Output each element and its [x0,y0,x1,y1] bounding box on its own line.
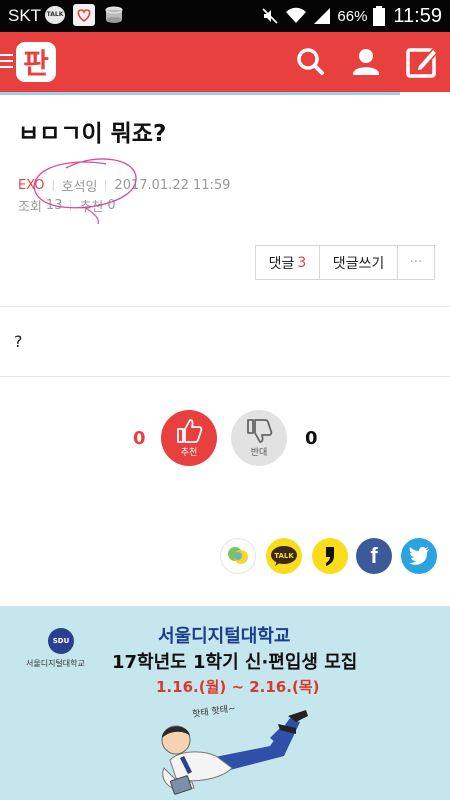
quote-share-button[interactable] [312,538,348,574]
post-title: ㅂㅁㄱ이 뭐죠? [18,121,167,147]
post-author[interactable]: 호석잉 [62,176,98,195]
comment-action-group: 댓글 3 댓글쓰기 ··· [255,245,435,280]
comments-count: 3 [297,254,307,271]
upvote-count: 0 [133,428,146,449]
app-notification-icon [73,4,95,26]
ad-headline: 17학년도 1학기 신·편입생 모집 [112,652,358,673]
meta-divider [70,200,72,211]
pann-logo[interactable]: 판 [14,38,58,84]
sdu-logo: SDU [48,628,74,654]
views-label: 조회 [18,200,42,215]
post-category[interactable]: EXO [18,178,45,193]
more-button[interactable]: ··· [398,246,434,279]
kakaostory-share-button[interactable] [220,538,256,574]
post-content: ? [14,332,23,351]
facebook-icon: f [370,543,378,568]
divider [0,306,450,307]
thumbs-up-icon [177,419,203,443]
app-header: 판 [0,32,450,92]
svg-text:TALK: TALK [274,552,294,560]
search-icon[interactable] [292,44,328,80]
quote-icon [326,547,334,566]
ad-school-name: 서울디지털대학교 [158,626,291,647]
thumbs-down-icon [247,419,273,443]
scroll-progress-bar [0,92,400,95]
menu-icon[interactable] [0,54,14,70]
user-icon[interactable] [348,44,384,80]
kakaostory-icon [228,547,248,564]
storage-notification-icon [103,4,125,26]
upvote-label: 추천 [180,448,198,458]
clock: 11:59 [393,4,442,27]
sdu-logo-caption: 서울디지털대학교 [26,659,85,668]
write-comment-button[interactable]: 댓글쓰기 [320,246,398,279]
svg-text:판: 판 [23,47,49,80]
comments-label: 댓글 [268,255,295,272]
carrier-label: SKT [8,6,42,25]
upvote-button[interactable]: 추천 [161,410,217,466]
post-meta: EXO 호석잉 2017.01.22 11:59 [18,176,230,195]
views-count: 13 [45,198,63,213]
kakaotalk-icon: TALK [271,546,297,566]
recommend-label: 추천 [79,200,104,215]
ad-illustration-student [161,710,308,795]
recommend-count: 0 [107,198,116,213]
ad-dates: 1.16.(월) ~ 2.16.(목) [156,678,320,696]
twitter-share-button[interactable] [401,538,437,574]
kakaotalk-share-button[interactable]: TALK [266,538,302,574]
meta-divider [52,180,54,191]
mute-icon [262,8,278,24]
edit-icon[interactable] [404,44,440,80]
downvote-label: 반대 [250,448,268,458]
ad-banner[interactable]: SDU 서울디지털대학교 서울디지털대학교 17학년도 1학기 신·편입생 모집… [0,606,450,800]
status-bar: SKT TALK 66% 11:59 [0,0,450,32]
meta-divider [105,180,107,191]
wifi-icon [286,7,307,23]
post-date: 2017.01.22 11:59 [114,178,231,193]
downvote-count: 0 [305,428,318,449]
kakaotalk-notification-icon: TALK [45,6,65,24]
comments-button[interactable]: 댓글 3 [256,246,320,279]
battery-icon [373,6,386,26]
signal-icon [314,8,331,24]
facebook-share-button[interactable]: f [356,538,392,574]
divider [0,376,450,377]
battery-percent: 66% [337,7,368,25]
twitter-icon [409,547,429,565]
post-stats: 조회 13 추천 0 [18,196,116,215]
downvote-button[interactable]: 반대 [231,410,287,466]
status-indicators: 66% 11:59 [261,4,442,28]
